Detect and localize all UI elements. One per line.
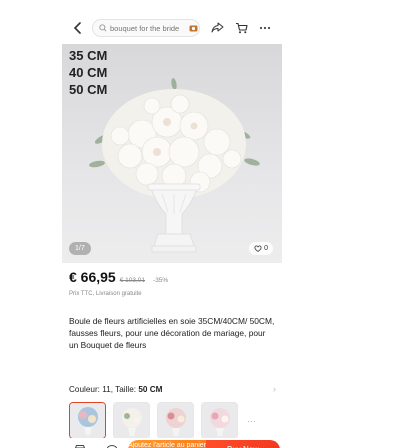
variant-thumbnail[interactable] bbox=[201, 402, 238, 439]
heart-icon bbox=[254, 245, 262, 252]
size-line: 35 CM bbox=[69, 48, 108, 63]
more-variants-icon[interactable]: ··· bbox=[247, 416, 256, 426]
variant-label: Couleur: 11, Taille: bbox=[69, 385, 137, 394]
bottom-action-bar: Ajoutez l'article au panier Buy Now bbox=[62, 438, 282, 448]
store-icon bbox=[74, 445, 86, 448]
chevron-right-icon[interactable]: › bbox=[273, 384, 276, 394]
buy-now-button[interactable]: Buy Now bbox=[206, 440, 280, 448]
back-button[interactable] bbox=[68, 18, 88, 38]
original-price: € 103,01 bbox=[119, 277, 146, 284]
size-line: 50 CM bbox=[69, 82, 108, 97]
top-bar bbox=[62, 12, 282, 44]
product-title: Boule de fleurs artificielles en soie 35… bbox=[69, 316, 275, 350]
wishlist-button[interactable]: 0 bbox=[249, 242, 273, 255]
search-bar[interactable] bbox=[92, 19, 200, 37]
chevron-left-icon bbox=[73, 22, 81, 34]
current-price: € 66,95 bbox=[69, 269, 116, 285]
variant-thumbnails: ··· bbox=[69, 402, 256, 439]
add-to-cart-button[interactable]: Ajoutez l'article au panier bbox=[128, 440, 206, 448]
product-image[interactable]: 35 CM 40 CM 50 CM 1/7 0 bbox=[62, 44, 282, 263]
size-overlay-text: 35 CM 40 CM 50 CM bbox=[69, 47, 107, 98]
message-button[interactable] bbox=[106, 443, 120, 448]
cart-button[interactable] bbox=[232, 19, 250, 37]
size-line: 40 CM bbox=[69, 65, 108, 80]
price-row: € 66,95 € 103,01 -35% bbox=[69, 269, 168, 285]
cart-icon bbox=[235, 22, 248, 34]
more-dots-icon bbox=[259, 26, 271, 30]
tax-shipping-note: Prix TTC, Livraison gratuite bbox=[69, 291, 142, 297]
more-button[interactable] bbox=[256, 19, 274, 37]
image-counter: 1/7 bbox=[69, 242, 91, 255]
variant-selector[interactable]: Couleur: 11, Taille: 50 CM bbox=[69, 385, 162, 394]
share-icon bbox=[211, 22, 223, 33]
store-button[interactable] bbox=[74, 443, 88, 448]
search-input[interactable] bbox=[110, 23, 188, 33]
camera-icon[interactable] bbox=[188, 23, 198, 33]
likes-count: 0 bbox=[264, 245, 268, 252]
discount-badge: -35% bbox=[153, 277, 169, 284]
variant-thumbnail[interactable] bbox=[113, 402, 150, 439]
product-page: 35 CM 40 CM 50 CM 1/7 0 € 66,95 € 103,01… bbox=[62, 12, 282, 448]
variant-thumbnail[interactable] bbox=[69, 402, 106, 439]
variant-value: 50 CM bbox=[138, 385, 163, 394]
share-button[interactable] bbox=[208, 19, 226, 37]
search-icon bbox=[99, 24, 107, 32]
variant-thumbnail[interactable] bbox=[157, 402, 194, 439]
chat-icon bbox=[106, 444, 118, 448]
